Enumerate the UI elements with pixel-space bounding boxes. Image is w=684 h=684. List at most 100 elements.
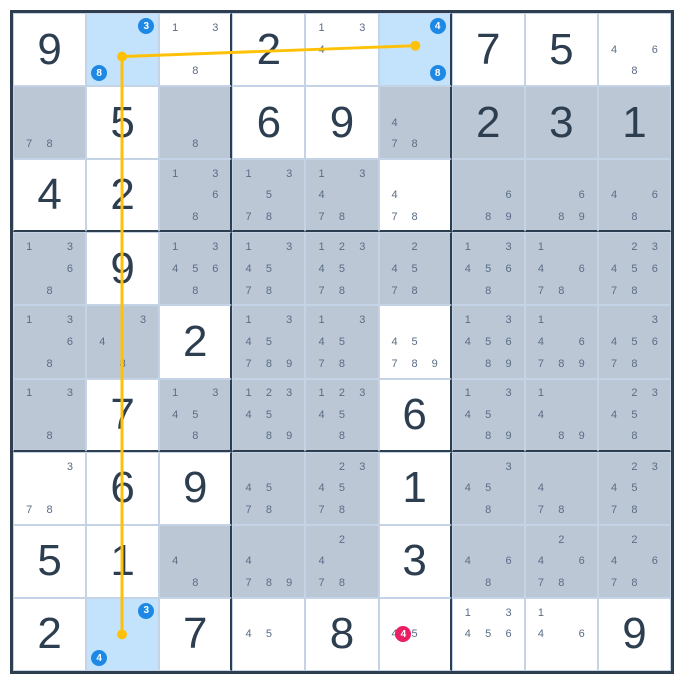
cell-r9c5[interactable]: 8	[305, 598, 378, 671]
cell-r6c6[interactable]: 6	[379, 379, 452, 452]
cell-r7c4[interactable]: 4578	[232, 452, 305, 525]
cell-r2c2[interactable]: 5	[86, 86, 159, 159]
given-digit: 7	[183, 612, 207, 656]
cell-r3c2[interactable]: 2	[86, 159, 159, 232]
cell-r5c9[interactable]: 345678	[598, 305, 671, 378]
cell-r4c5[interactable]: 1234578	[305, 232, 378, 305]
cell-r6c4[interactable]: 1234589	[232, 379, 305, 452]
cell-r2c8[interactable]: 3	[525, 86, 598, 159]
cell-r1c6[interactable]: 48	[379, 13, 452, 86]
cell-r6c3[interactable]: 13458	[159, 379, 232, 452]
cell-r1c5[interactable]: 134	[305, 13, 378, 86]
cell-r5c2[interactable]: 348	[86, 305, 159, 378]
cell-r5c4[interactable]: 1345789	[232, 305, 305, 378]
cell-r7c2[interactable]: 6	[86, 452, 159, 525]
cell-r6c8[interactable]: 1489	[525, 379, 598, 452]
cell-r3c3[interactable]: 1368	[159, 159, 232, 232]
cell-r1c1[interactable]: 9	[13, 13, 86, 86]
cell-r6c7[interactable]: 134589	[452, 379, 525, 452]
given-digit: 5	[37, 539, 61, 583]
cell-r3c6[interactable]: 478	[379, 159, 452, 232]
pencilmarks: 134568	[160, 233, 230, 304]
cell-r3c7[interactable]: 689	[452, 159, 525, 232]
given-digit: 1	[622, 101, 646, 145]
pencilmarks: 45	[233, 599, 304, 670]
cell-r6c1[interactable]: 138	[13, 379, 86, 452]
cell-r5c5[interactable]: 134578	[305, 305, 378, 378]
cell-r7c6[interactable]: 1	[379, 452, 452, 525]
pencilmarks: 138	[160, 14, 230, 85]
cell-r9c7[interactable]: 13456	[452, 598, 525, 671]
cell-r8c6[interactable]: 3	[379, 525, 452, 598]
pencilmarks: 123458	[306, 380, 377, 450]
pencilmarks: 134589	[453, 380, 524, 450]
cell-r8c1[interactable]: 5	[13, 525, 86, 598]
cell-r8c7[interactable]: 468	[452, 525, 525, 598]
cell-r8c5[interactable]: 2478	[305, 525, 378, 598]
cell-r9c9[interactable]: 9	[598, 598, 671, 671]
cell-r7c3[interactable]: 9	[159, 452, 232, 525]
cell-r5c3[interactable]: 2	[159, 305, 232, 378]
cell-r1c3[interactable]: 138	[159, 13, 232, 86]
cell-r2c9[interactable]: 1	[598, 86, 671, 159]
cell-r4c9[interactable]: 2345678	[598, 232, 671, 305]
cell-r3c5[interactable]: 13478	[305, 159, 378, 232]
cell-r7c8[interactable]: 478	[525, 452, 598, 525]
pencilmarks: 24678	[526, 526, 597, 597]
cell-r1c9[interactable]: 468	[598, 13, 671, 86]
pencilmarks: 1368	[14, 233, 85, 304]
cell-r7c7[interactable]: 3458	[452, 452, 525, 525]
pencilmarks: 24678	[599, 526, 670, 597]
cell-r2c6[interactable]: 478	[379, 86, 452, 159]
cell-r4c4[interactable]: 134578	[232, 232, 305, 305]
cell-r1c7[interactable]: 7	[452, 13, 525, 86]
cell-r2c1[interactable]: 78	[13, 86, 86, 159]
cell-r6c2[interactable]: 7	[86, 379, 159, 452]
cell-r7c9[interactable]: 234578	[598, 452, 671, 525]
cell-r9c6[interactable]: 454	[379, 598, 452, 671]
cell-r5c7[interactable]: 1345689	[452, 305, 525, 378]
cell-r3c9[interactable]: 468	[598, 159, 671, 232]
cell-r1c8[interactable]: 5	[525, 13, 598, 86]
cell-r4c7[interactable]: 134568	[452, 232, 525, 305]
cell-r5c8[interactable]: 146789	[525, 305, 598, 378]
cell-r7c5[interactable]: 234578	[305, 452, 378, 525]
cell-r5c1[interactable]: 1368	[13, 305, 86, 378]
candidate-badge: 4	[395, 626, 411, 642]
given-digit: 4	[37, 173, 61, 217]
cell-r8c4[interactable]: 4789	[232, 525, 305, 598]
cell-r2c3[interactable]: 8	[159, 86, 232, 159]
cell-r2c7[interactable]: 2	[452, 86, 525, 159]
cell-r4c2[interactable]: 9	[86, 232, 159, 305]
cell-r3c8[interactable]: 689	[525, 159, 598, 232]
cell-r4c6[interactable]: 24578	[379, 232, 452, 305]
cell-r6c5[interactable]: 123458	[305, 379, 378, 452]
candidate-badge: 3	[138, 18, 154, 34]
cell-r9c1[interactable]: 2	[13, 598, 86, 671]
cell-r8c9[interactable]: 24678	[598, 525, 671, 598]
cell-r2c5[interactable]: 9	[305, 86, 378, 159]
cell-r2c4[interactable]: 6	[232, 86, 305, 159]
given-digit: 3	[549, 101, 573, 145]
cell-r4c1[interactable]: 1368	[13, 232, 86, 305]
cell-r1c4[interactable]: 2	[232, 13, 305, 86]
cell-r3c4[interactable]: 13578	[232, 159, 305, 232]
cell-r8c8[interactable]: 24678	[525, 525, 598, 598]
sudoku-board[interactable]: 9381382134487546878586947823142136813578…	[10, 10, 674, 674]
pencilmarks: 8	[160, 87, 230, 158]
cell-r7c1[interactable]: 378	[13, 452, 86, 525]
cell-r3c1[interactable]: 4	[13, 159, 86, 232]
cell-r8c2[interactable]: 1	[86, 525, 159, 598]
cell-r9c3[interactable]: 7	[159, 598, 232, 671]
cell-r9c2[interactable]: 34	[86, 598, 159, 671]
cell-r8c3[interactable]: 48	[159, 525, 232, 598]
cell-r5c6[interactable]: 45789	[379, 305, 452, 378]
pencilmarks: 1489	[526, 380, 597, 450]
cell-r1c2[interactable]: 38	[86, 13, 159, 86]
cell-r4c3[interactable]: 134568	[159, 232, 232, 305]
cell-r9c8[interactable]: 146	[525, 598, 598, 671]
cell-r4c8[interactable]: 14678	[525, 232, 598, 305]
cell-r6c9[interactable]: 23458	[598, 379, 671, 452]
cell-r9c4[interactable]: 45	[232, 598, 305, 671]
pencilmarks: 4578	[233, 453, 304, 524]
